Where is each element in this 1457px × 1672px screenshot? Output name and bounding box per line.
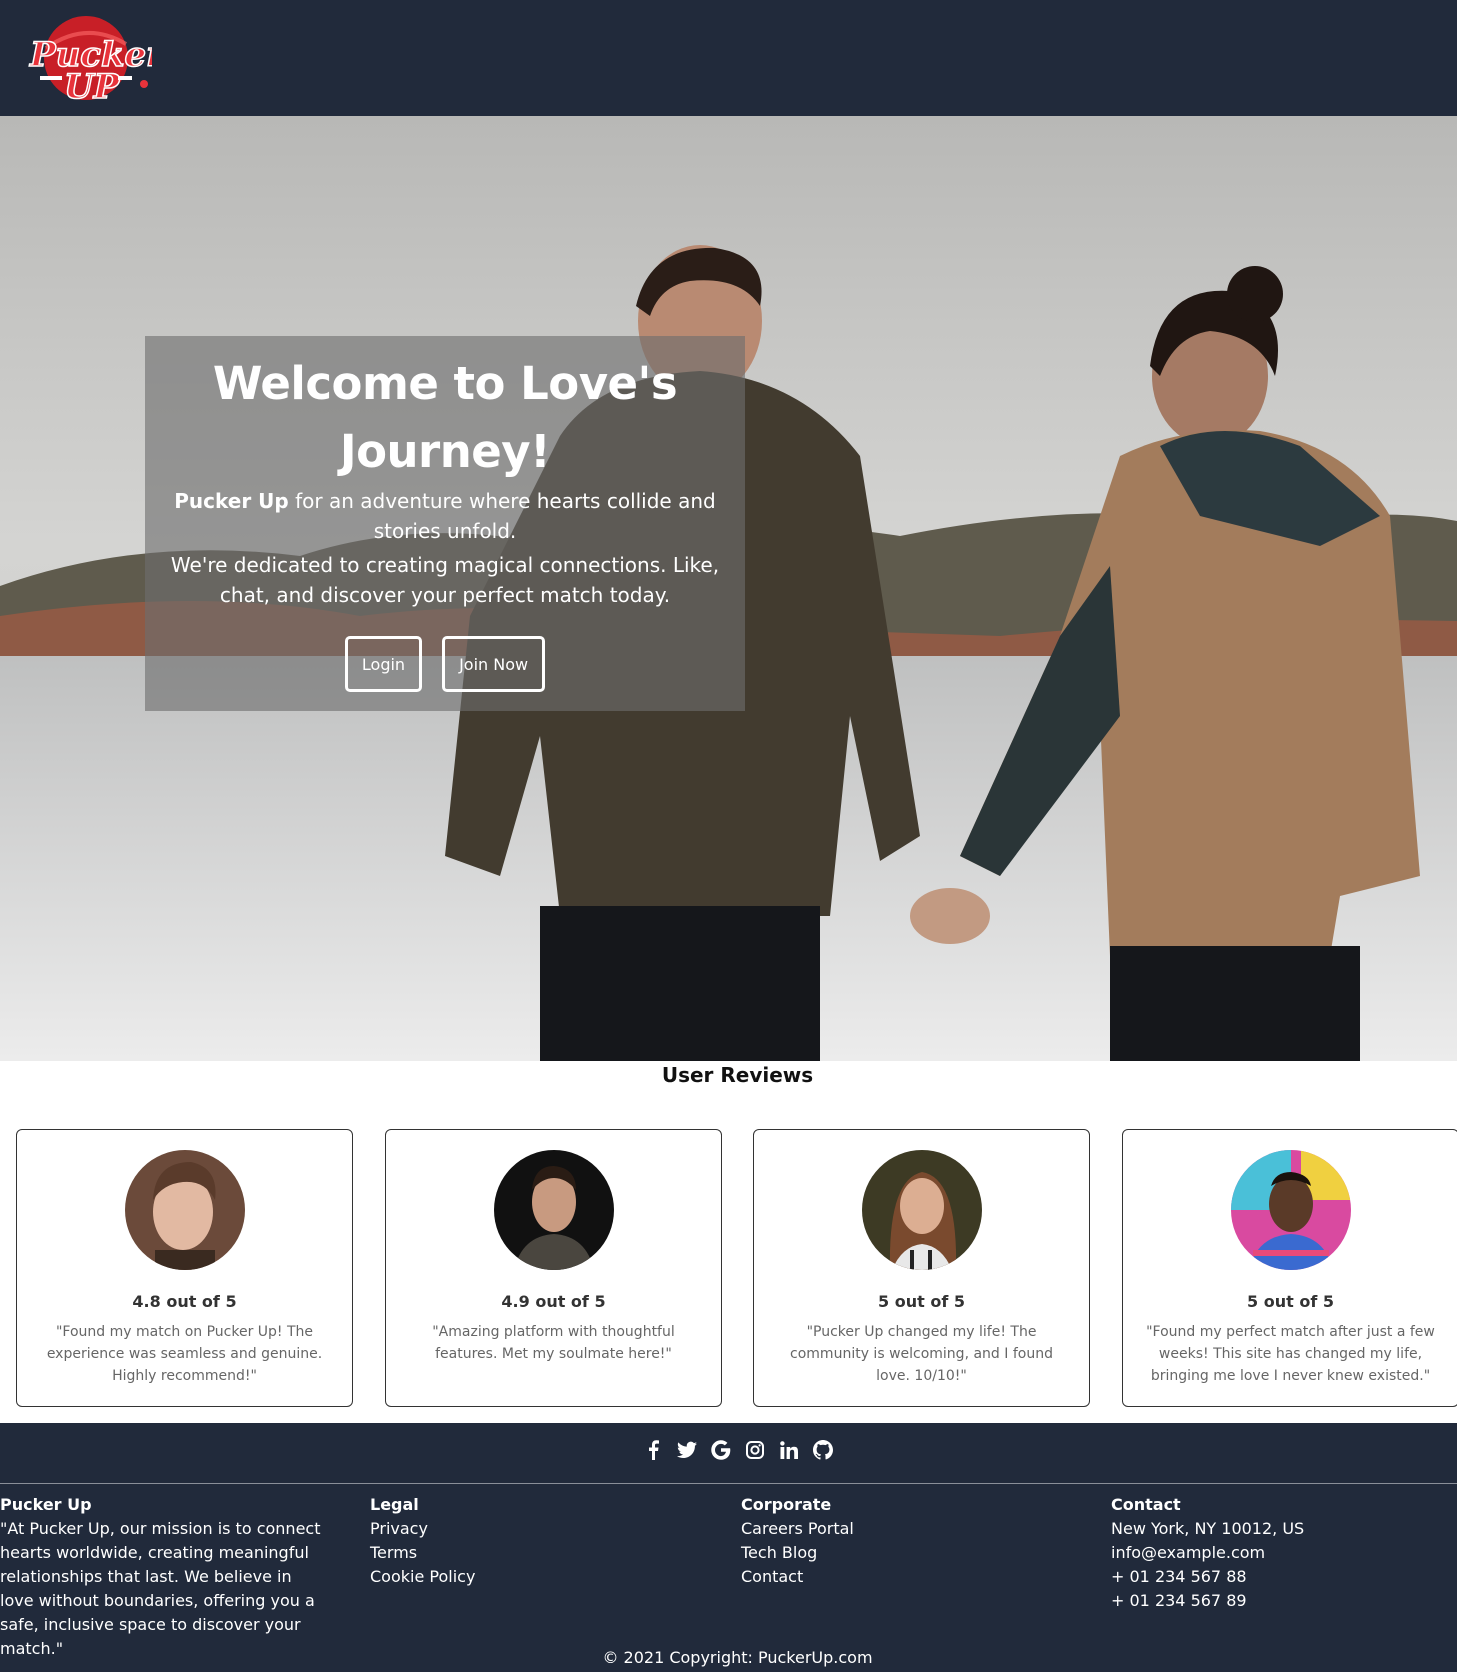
hero-overlay-box: Welcome to Love's Journey! Pucker Up for… <box>145 336 745 711</box>
footer-link-tech-blog[interactable]: Tech Blog <box>741 1541 1041 1565</box>
footer-about-text: "At Pucker Up, our mission is to connect… <box>0 1519 321 1658</box>
hero-title: Welcome to Love's Journey! <box>212 357 678 478</box>
review-quote: "Pucker Up changed my life! The communit… <box>790 1324 1053 1384</box>
reviewer-avatar <box>1230 1150 1351 1270</box>
linkedin-icon[interactable] <box>779 1439 799 1461</box>
reviewer-avatar <box>493 1150 614 1270</box>
copyright: © 2021 Copyright: PuckerUp.com <box>602 1648 873 1667</box>
reviewer-avatar <box>124 1150 245 1270</box>
navbar: Pucker UP <box>0 0 1457 116</box>
join-now-button[interactable]: Join Now <box>442 636 546 692</box>
contact-address: New York, NY 10012, US <box>1111 1519 1305 1538</box>
facebook-icon[interactable] <box>643 1439 663 1461</box>
review-quote: "Found my perfect match after just a few… <box>1146 1324 1435 1384</box>
footer-corporate: Corporate Careers Portal Tech Blog Conta… <box>741 1493 1041 1589</box>
footer-link-careers-portal[interactable]: Careers Portal <box>741 1517 1041 1541</box>
footer-legal: Legal Privacy Terms Cookie Policy <box>370 1493 670 1589</box>
reviewer-avatar <box>861 1150 982 1270</box>
review-card: 4.8 out of 5 "Found my match on Pucker U… <box>16 1129 353 1407</box>
svg-text:UP: UP <box>64 67 121 106</box>
contact-phone-2: + 01 234 567 89 <box>1111 1591 1247 1610</box>
brand-logo[interactable]: Pucker UP <box>26 14 167 108</box>
hero-section: Welcome to Love's Journey! Pucker Up for… <box>0 116 1457 1061</box>
footer-corporate-heading: Corporate <box>741 1495 832 1514</box>
footer-legal-heading: Legal <box>370 1495 419 1514</box>
hero-tagline-rest: for an adventure where hearts collide an… <box>288 489 716 543</box>
review-rating: 5 out of 5 <box>878 1292 965 1311</box>
footer-link-cookie-policy[interactable]: Cookie Policy <box>370 1565 670 1589</box>
review-quote: "Amazing platform with thoughtful featur… <box>432 1324 675 1362</box>
footer-contact-heading: Contact <box>1111 1495 1181 1514</box>
contact-phone-1: + 01 234 567 88 <box>1111 1567 1247 1586</box>
review-rating: 4.9 out of 5 <box>501 1292 606 1311</box>
footer-link-terms[interactable]: Terms <box>370 1541 670 1565</box>
footer-divider <box>0 1483 1457 1484</box>
hero-brand-strong: Pucker Up <box>174 489 289 513</box>
google-icon[interactable] <box>710 1439 731 1461</box>
review-card: 4.9 out of 5 "Amazing platform with thou… <box>385 1129 722 1407</box>
login-button[interactable]: Login <box>344 636 423 692</box>
github-icon[interactable] <box>812 1439 833 1461</box>
footer-link-privacy[interactable]: Privacy <box>370 1517 670 1541</box>
hero-tagline: Pucker Up for an adventure where hearts … <box>145 486 745 546</box>
contact-email[interactable]: info@example.com <box>1111 1541 1441 1565</box>
review-card: 5 out of 5 "Found my perfect match after… <box>1122 1129 1457 1407</box>
footer-about: Pucker Up "At Pucker Up, our mission is … <box>0 1493 330 1661</box>
social-links <box>0 1439 1457 1461</box>
footer-contact: Contact New York, NY 10012, US info@exam… <box>1111 1493 1441 1613</box>
footer-link-contact[interactable]: Contact <box>741 1565 1041 1589</box>
review-card: 5 out of 5 "Pucker Up changed my life! T… <box>753 1129 1090 1407</box>
footer: Pucker Up "At Pucker Up, our mission is … <box>0 1423 1457 1672</box>
review-rating: 5 out of 5 <box>1247 1292 1334 1311</box>
footer-about-heading: Pucker Up <box>0 1495 92 1514</box>
review-rating: 4.8 out of 5 <box>132 1292 237 1311</box>
review-quote: "Found my match on Pucker Up! The experi… <box>46 1324 323 1384</box>
hero-description: We're dedicated to creating magical conn… <box>170 553 720 607</box>
reviews-title: User Reviews <box>661 1063 814 1087</box>
hero-buttons: Login Join Now <box>145 636 745 692</box>
twitter-icon[interactable] <box>676 1439 697 1461</box>
instagram-icon[interactable] <box>745 1439 765 1461</box>
